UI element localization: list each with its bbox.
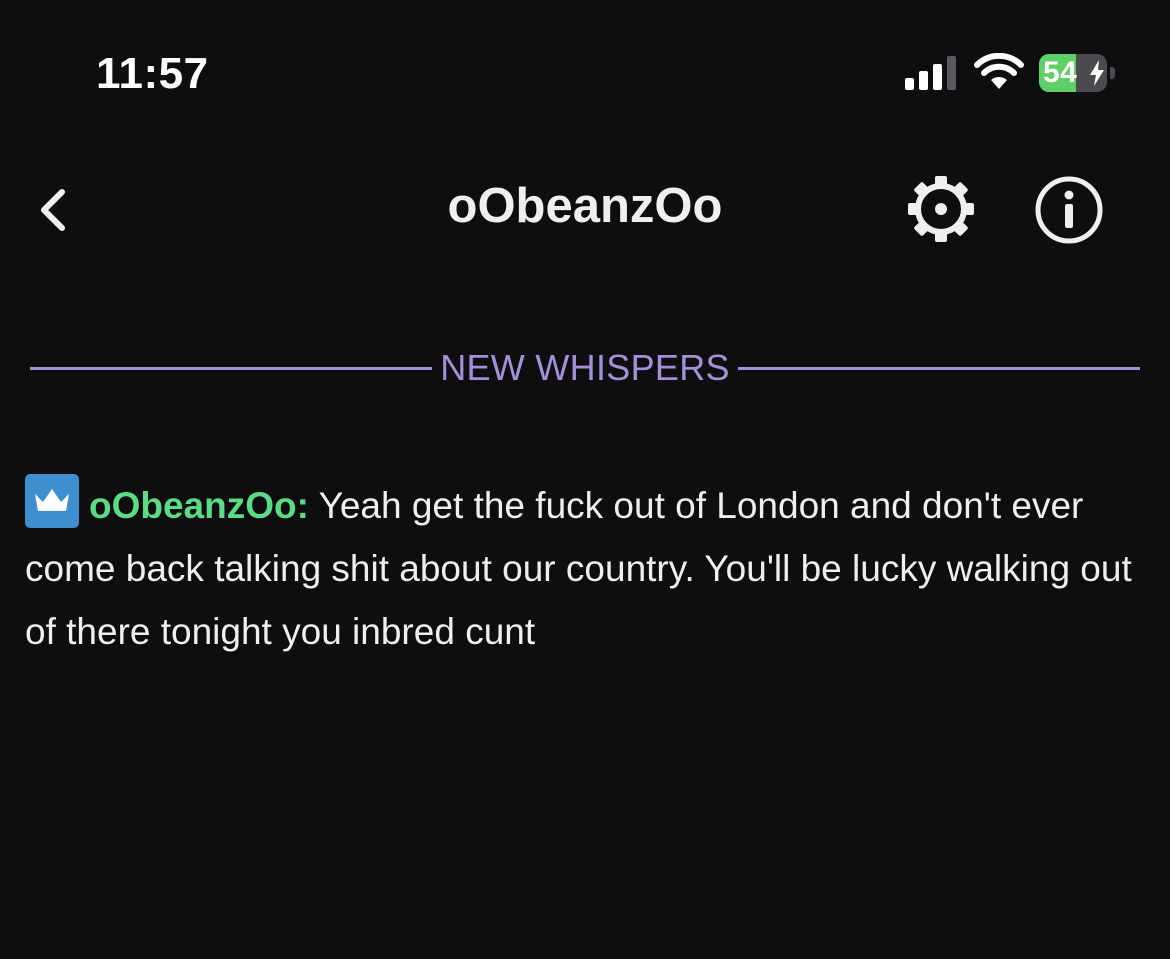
- conversation-header: oObeanzOo: [0, 150, 1170, 270]
- status-time: 11:57: [96, 49, 209, 98]
- cellular-signal-icon: [905, 56, 956, 90]
- battery-percent: 54: [1043, 56, 1078, 89]
- page-title: oObeanzOo: [447, 179, 723, 233]
- info-button[interactable]: [1033, 174, 1105, 246]
- wifi-icon: [974, 53, 1024, 89]
- broadcaster-badge[interactable]: [25, 474, 79, 528]
- status-bar: 11:57 54: [0, 0, 1170, 130]
- divider-line-left: [30, 366, 433, 370]
- battery-indicator: 54: [1039, 54, 1107, 92]
- divider-label: NEW WHISPERS: [440, 347, 730, 388]
- bolt-icon: [1090, 60, 1104, 86]
- divider-line-right: [737, 366, 1140, 370]
- info-icon: [1035, 176, 1103, 244]
- new-whispers-divider: NEW WHISPERS: [30, 344, 1140, 392]
- message-separator: :: [296, 485, 309, 526]
- gear-icon: [908, 176, 974, 242]
- settings-button[interactable]: [904, 174, 978, 244]
- crown-icon: [35, 489, 69, 511]
- chat-message: oObeanzOo: Yeah get the fuck out of Lond…: [25, 474, 1145, 663]
- message-username[interactable]: oObeanzOo: [89, 485, 297, 526]
- battery-cap: [1110, 67, 1115, 79]
